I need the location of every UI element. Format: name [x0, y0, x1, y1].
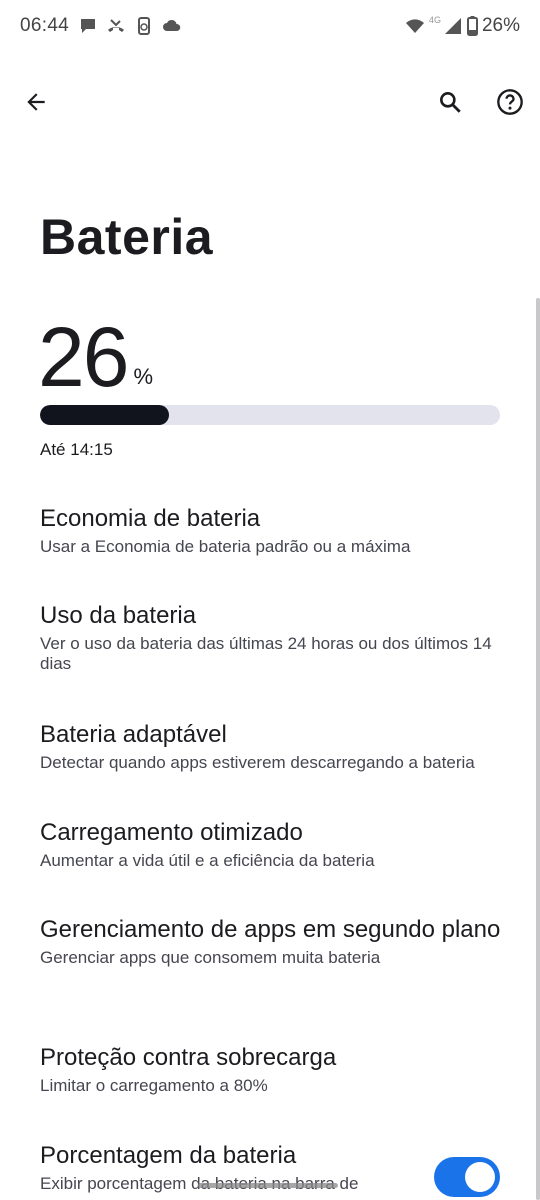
- gesture-navigation-bar[interactable]: [198, 1183, 338, 1188]
- search-button[interactable]: [428, 80, 472, 124]
- wifi-icon: [405, 19, 424, 33]
- item-title: Bateria adaptável: [40, 721, 227, 748]
- item-title: Carregamento otimizado: [40, 819, 303, 846]
- battery-saver-item[interactable]: Economia de bateria Usar a Economia de b…: [40, 504, 510, 557]
- battery-percentage-toggle[interactable]: [434, 1157, 500, 1197]
- status-time: 06:44: [20, 15, 70, 36]
- battery-estimate: Até 14:15: [40, 440, 113, 459]
- arrow-left-icon: [27, 93, 45, 111]
- battery-percent-status: 26%: [481, 15, 520, 36]
- toggle-knob: [465, 1162, 495, 1192]
- item-title: Economia de bateria: [40, 505, 261, 532]
- search-icon: [440, 92, 461, 113]
- item-summary: Usar a Economia de bateria padrão ou a m…: [40, 537, 411, 556]
- item-summary: Detectar quando apps estiverem descarreg…: [40, 753, 475, 772]
- chat-bubble-icon: [81, 19, 95, 33]
- network-type-label: 4G: [428, 15, 441, 25]
- battery-level-display: 26 %: [38, 312, 153, 402]
- cell-signal-icon: [444, 18, 461, 34]
- scrollbar[interactable]: [536, 298, 540, 1200]
- battery-usage-item[interactable]: Uso da bateria Ver o uso da bateria das …: [40, 601, 510, 674]
- system-status: 4G 26%: [405, 15, 520, 37]
- phone-sync-icon: [138, 17, 150, 35]
- item-summary: Ver o uso da bateria das últimas 24 hora…: [40, 634, 492, 673]
- status-bar: 06:44 4G 26%: [0, 0, 540, 54]
- cloud-icon: [163, 19, 181, 31]
- back-button[interactable]: [14, 80, 58, 124]
- item-title: Proteção contra sobrecarga: [40, 1044, 337, 1071]
- adaptive-battery-item[interactable]: Bateria adaptável Detectar quando apps e…: [40, 720, 510, 773]
- item-summary: Aumentar a vida útil e a eficiência da b…: [40, 851, 375, 870]
- battery-level-number: 26: [38, 310, 129, 404]
- missed-call-icon: [108, 19, 124, 32]
- item-summary: Gerenciar apps que consomem muita bateri…: [40, 948, 381, 967]
- notification-icons: [78, 16, 182, 36]
- background-apps-item[interactable]: Gerenciamento de apps em segundo plano G…: [40, 915, 510, 968]
- optimized-charging-item[interactable]: Carregamento otimizado Aumentar a vida ú…: [40, 818, 510, 871]
- item-summary: Limitar o carregamento a 80%: [40, 1076, 268, 1095]
- page-title: Bateria: [40, 209, 214, 265]
- battery-icon: [466, 16, 478, 36]
- overcharge-protection-item[interactable]: Proteção contra sobrecarga Limitar o car…: [40, 1043, 510, 1096]
- top-app-bar: [0, 72, 540, 132]
- item-title: Porcentagem da bateria: [40, 1142, 297, 1169]
- help-button[interactable]: [488, 80, 532, 124]
- battery-progress-fill: [40, 405, 169, 425]
- battery-level-unit: %: [133, 364, 153, 389]
- battery-settings-screen: 06:44 4G 26% Bateria 26 % Até 14:15 Econ…: [0, 0, 540, 1200]
- item-title: Uso da bateria: [40, 602, 197, 629]
- help-circle-icon: [497, 89, 523, 115]
- battery-progress-bar: [40, 405, 500, 425]
- item-title: Gerenciamento de apps em segundo plano: [40, 916, 501, 943]
